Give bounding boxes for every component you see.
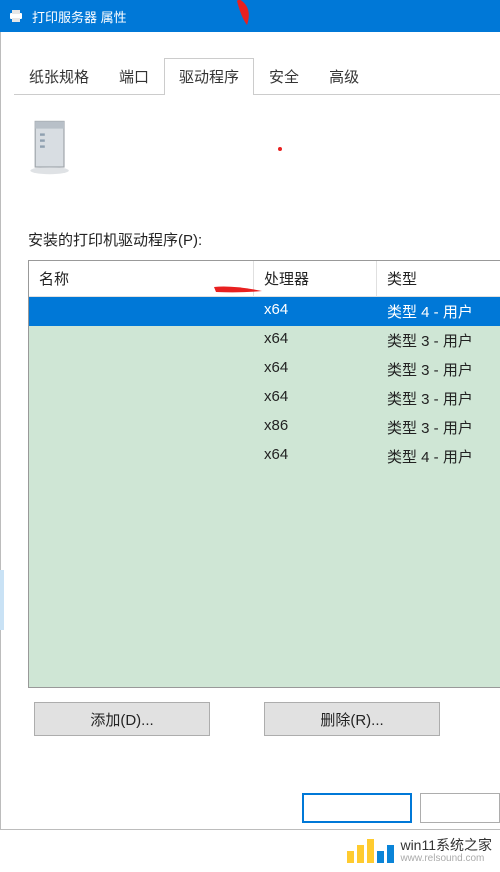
table-row[interactable]: x64类型 3 - 用户 bbox=[29, 384, 500, 413]
tab-advanced[interactable]: 高级 bbox=[314, 58, 374, 94]
cell-name bbox=[29, 330, 254, 351]
cell-type: 类型 3 - 用户 bbox=[377, 359, 500, 380]
cell-type: 类型 3 - 用户 bbox=[377, 417, 500, 438]
remove-button[interactable]: 删除(R)... bbox=[264, 702, 440, 736]
cell-name bbox=[29, 417, 254, 438]
drivers-list-label: 安装的打印机驱动程序(P): bbox=[28, 229, 500, 250]
dialog-footer-buttons bbox=[302, 793, 500, 823]
server-icon-row bbox=[28, 119, 500, 169]
add-button[interactable]: 添加(D)... bbox=[34, 702, 210, 736]
cell-type: 类型 4 - 用户 bbox=[377, 301, 500, 322]
ok-button[interactable] bbox=[302, 793, 412, 823]
printer-icon bbox=[8, 8, 24, 24]
cell-name bbox=[29, 388, 254, 409]
cell-proc: x86 bbox=[254, 417, 377, 438]
table-header: 名称 处理器 类型 bbox=[29, 261, 500, 297]
col-processor[interactable]: 处理器 bbox=[254, 261, 377, 296]
button-row: 添加(D)... 删除(R)... bbox=[28, 688, 500, 750]
table-row[interactable]: x64类型 3 - 用户 bbox=[29, 355, 500, 384]
tabstrip: 纸张规格 端口 驱动程序 安全 高级 bbox=[14, 58, 500, 95]
cell-name bbox=[29, 359, 254, 380]
table-body[interactable]: x64类型 4 - 用户x64类型 3 - 用户x64类型 3 - 用户x64类… bbox=[29, 297, 500, 687]
annotation-dot bbox=[278, 147, 282, 151]
cell-proc: x64 bbox=[254, 330, 377, 351]
watermark: win11系统之家 www.relsound.com bbox=[347, 830, 500, 872]
col-type[interactable]: 类型 bbox=[377, 261, 500, 296]
dialog-body: 纸张规格 端口 驱动程序 安全 高级 安装的打印机驱动程序(P): 名称 bbox=[0, 32, 500, 762]
cell-proc: x64 bbox=[254, 388, 377, 409]
table-row[interactable]: x64类型 4 - 用户 bbox=[29, 297, 500, 326]
window-title: 打印服务器 属性 bbox=[32, 7, 127, 26]
tab-ports[interactable]: 端口 bbox=[104, 58, 164, 94]
table-row[interactable]: x64类型 4 - 用户 bbox=[29, 442, 500, 471]
tab-paper[interactable]: 纸张规格 bbox=[14, 58, 104, 94]
tab-drivers[interactable]: 驱动程序 bbox=[164, 58, 254, 95]
annotation-mark bbox=[212, 283, 272, 299]
server-icon bbox=[28, 119, 76, 169]
cell-name bbox=[29, 301, 254, 322]
cell-proc: x64 bbox=[254, 359, 377, 380]
watermark-line1: win11系统之家 bbox=[400, 837, 492, 853]
cell-name bbox=[29, 446, 254, 467]
watermark-logo-icon bbox=[347, 839, 394, 863]
cell-type: 类型 3 - 用户 bbox=[377, 330, 500, 351]
watermark-text: win11系统之家 www.relsound.com bbox=[400, 837, 492, 865]
cell-proc: x64 bbox=[254, 446, 377, 467]
cell-type: 类型 4 - 用户 bbox=[377, 446, 500, 467]
table-row[interactable]: x64类型 3 - 用户 bbox=[29, 326, 500, 355]
drivers-table: 名称 处理器 类型 x64类型 4 - 用户x64类型 3 - 用户x64类型 … bbox=[28, 260, 500, 688]
edge-artifact bbox=[0, 570, 4, 630]
table-row[interactable]: x86类型 3 - 用户 bbox=[29, 413, 500, 442]
tab-security[interactable]: 安全 bbox=[254, 58, 314, 94]
watermark-line2: www.relsound.com bbox=[400, 853, 492, 865]
cell-proc: x64 bbox=[254, 301, 377, 322]
tab-content: 安装的打印机驱动程序(P): 名称 处理器 类型 x64类型 4 - 用户x64… bbox=[14, 95, 500, 762]
cancel-button[interactable] bbox=[420, 793, 500, 823]
cell-type: 类型 3 - 用户 bbox=[377, 388, 500, 409]
